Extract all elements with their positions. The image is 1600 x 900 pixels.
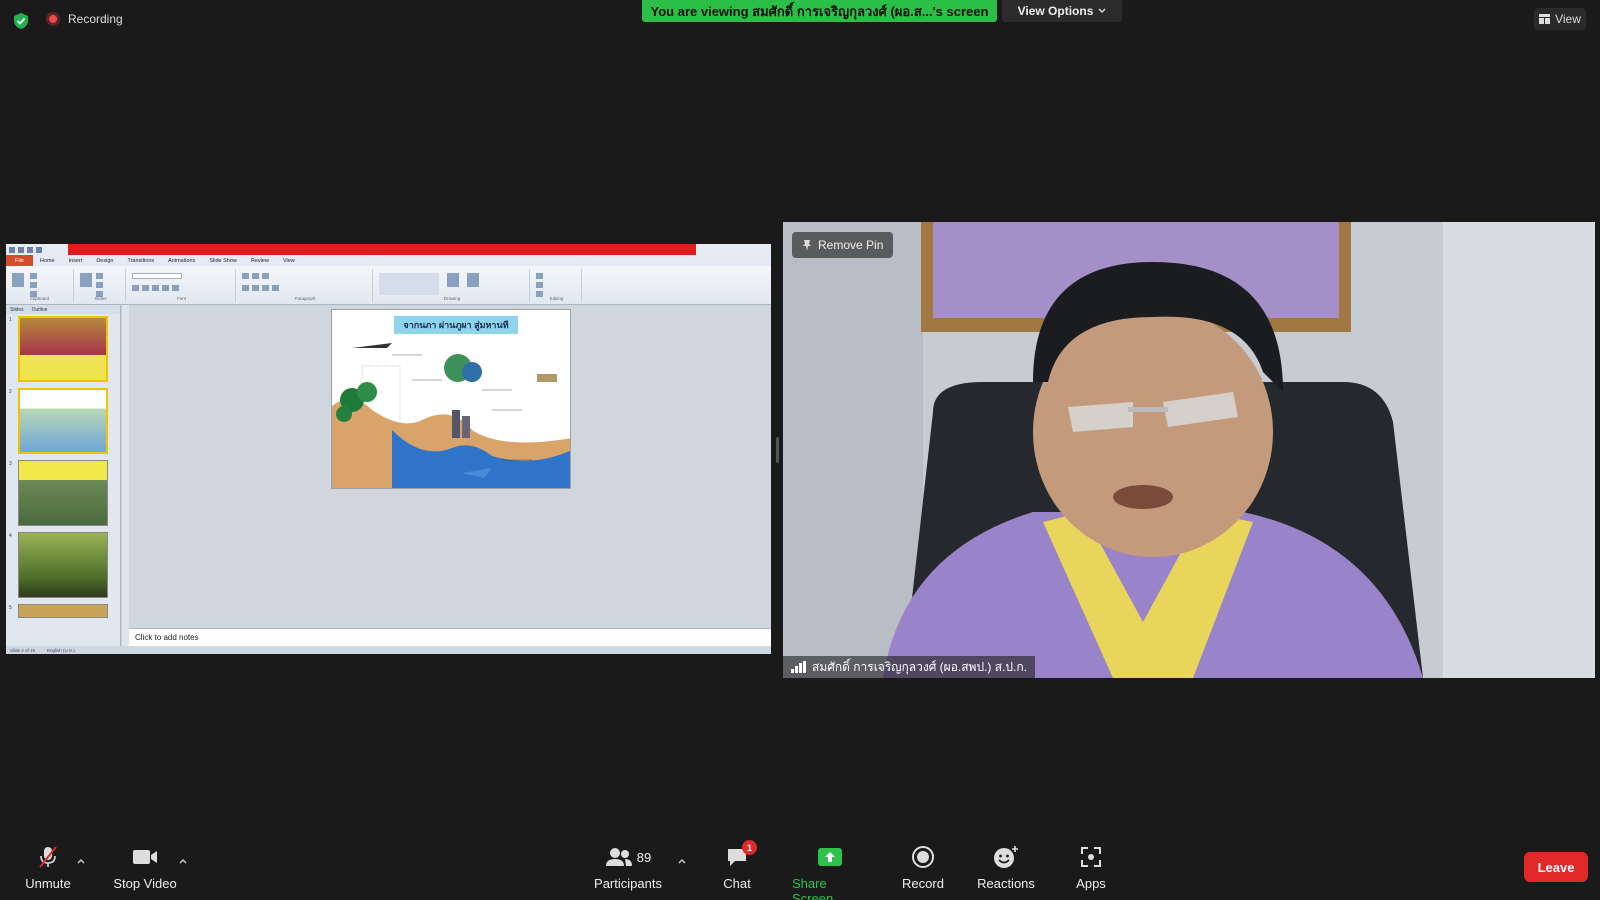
reactions-smiley-icon [994, 846, 1018, 868]
meeting-controls-toolbar: Unmute Stop Video 89 Participants 1 Chat… [0, 836, 1600, 900]
chat-button[interactable]: 1 Chat [720, 840, 757, 891]
slide-thumbnails-pane: Slides Outline 1 2 3 4 5 [6, 305, 121, 646]
slide-thumbnail [18, 604, 108, 618]
chat-label: Chat [723, 876, 751, 891]
ribbon-tabs: File Home Insert Design Transitions Anim… [6, 255, 771, 266]
water-cycle-diagram [332, 343, 570, 488]
ribbon-group-drawing: Drawing [375, 269, 530, 302]
share-screen-icon [818, 848, 842, 866]
tab-insert: Insert [68, 257, 83, 264]
tab-animations: Animations [168, 257, 196, 264]
stop-video-label: Stop Video [113, 876, 177, 891]
reactions-button[interactable]: Reactions [977, 844, 1035, 891]
chevron-down-icon [1098, 8, 1106, 13]
pane-tab-slides: Slides [10, 306, 24, 313]
participant-video-tile[interactable]: Remove Pin สมศักดิ์ การเจริญกุลวงศ์ (ผอ.… [783, 222, 1595, 678]
video-options-caret-icon[interactable] [178, 856, 188, 866]
status-slide-count: Slide 2 of 15 [10, 647, 36, 653]
status-language: English (U.S.) [47, 647, 75, 653]
viewing-screen-banner: You are viewing สมศักดิ์ การเจริญกุลวงศ์… [642, 0, 997, 22]
record-icon [912, 846, 934, 868]
share-screen-label: Share Screen [792, 876, 834, 900]
tab-review: Review [250, 257, 269, 264]
view-options-label: View Options [1017, 4, 1094, 18]
powerpoint-body: Slides Outline 1 2 3 4 5 จากนภา ผ่านภูผา… [6, 305, 771, 646]
stop-video-button[interactable]: Stop Video [112, 844, 178, 891]
ribbon-group-slides: Slides [76, 269, 126, 302]
shield-icon[interactable] [12, 12, 30, 30]
apps-icon [1081, 847, 1101, 867]
ribbon-group-clipboard: Clipboard [6, 269, 74, 302]
view-options-button[interactable]: View Options [1002, 0, 1122, 22]
slide-thumbnail [18, 460, 108, 526]
pin-icon [803, 239, 811, 251]
microphone-muted-icon [39, 846, 57, 868]
slide-editing-area: จากนภา ผ่านภูผา สู่มหานที Click to add n… [129, 305, 771, 646]
tab-view: View [282, 257, 295, 264]
participant-video-feed [783, 222, 1595, 678]
apps-button[interactable]: Apps [1074, 844, 1108, 891]
recording-dot-icon [46, 12, 60, 26]
ribbon: Clipboard Slides Font Paragraph Drawing … [6, 266, 771, 305]
record-label: Record [902, 876, 944, 891]
pane-tabs: Slides Outline [6, 305, 120, 314]
participant-name: สมศักดิ์ การเจริญกุลวงศ์ (ผอ.สพป.) ส.ป.ก… [812, 659, 1027, 674]
leave-button[interactable]: Leave [1524, 852, 1588, 882]
share-screen-button[interactable]: Share Screen [792, 844, 868, 900]
view-label: View [1555, 12, 1581, 26]
remove-pin-button[interactable]: Remove Pin [792, 232, 894, 258]
ribbon-group-paragraph: Paragraph [238, 269, 373, 302]
current-slide: จากนภา ผ่านภูผา สู่มหานที [331, 309, 571, 489]
powerpoint-status-bar: Slide 2 of 15 English (U.S.) [6, 646, 771, 654]
chat-unread-badge: 1 [742, 840, 757, 855]
tab-file: File [6, 255, 33, 266]
tab-home: Home [39, 257, 55, 264]
unmute-button[interactable]: Unmute [24, 844, 72, 891]
audio-options-caret-icon[interactable] [76, 856, 86, 866]
tab-slide-show: Slide Show [209, 257, 237, 264]
quick-access-toolbar [6, 244, 68, 255]
tab-design: Design [96, 257, 114, 264]
ribbon-group-font: Font [128, 269, 236, 302]
thumbnails-scrollbar [121, 305, 129, 646]
participants-options-caret-icon[interactable] [677, 856, 687, 866]
zoom-meeting-window: Recording You are viewing สมศักดิ์ การเจ… [0, 0, 1600, 900]
powerpoint-title-bar [6, 244, 771, 255]
split-view-handle[interactable] [776, 437, 779, 463]
notes-pane: Click to add notes [129, 628, 771, 646]
pane-tab-outline: Outline [31, 306, 48, 313]
slide-thumbnail [18, 532, 108, 598]
participant-name-tag: สมศักดิ์ การเจริญกุลวงศ์ (ผอ.สพป.) ส.ป.ก… [783, 656, 1035, 678]
grid-view-icon [1539, 14, 1551, 24]
reactions-label: Reactions [977, 876, 1035, 891]
slide-thumbnail [18, 388, 108, 454]
remove-pin-label: Remove Pin [818, 238, 884, 252]
recording-label: Recording [68, 12, 123, 26]
participants-icon [605, 848, 632, 866]
video-camera-icon [133, 850, 157, 864]
window-controls [696, 244, 771, 255]
participants-button[interactable]: 89 Participants [590, 844, 666, 891]
tab-transitions: Transitions [127, 257, 155, 264]
signal-strength-icon [791, 661, 806, 673]
slide-thumbnail [18, 316, 108, 382]
record-button[interactable]: Record [902, 844, 944, 891]
view-button[interactable]: View [1534, 8, 1586, 30]
ribbon-group-editing: Editing [532, 269, 582, 302]
shared-screen[interactable]: File Home Insert Design Transitions Anim… [6, 244, 771, 654]
recording-indicator[interactable]: Recording [46, 12, 123, 26]
participants-count: 89 [636, 849, 652, 865]
apps-label: Apps [1076, 876, 1106, 891]
participants-label: Participants [594, 876, 662, 891]
unmute-label: Unmute [25, 876, 71, 891]
